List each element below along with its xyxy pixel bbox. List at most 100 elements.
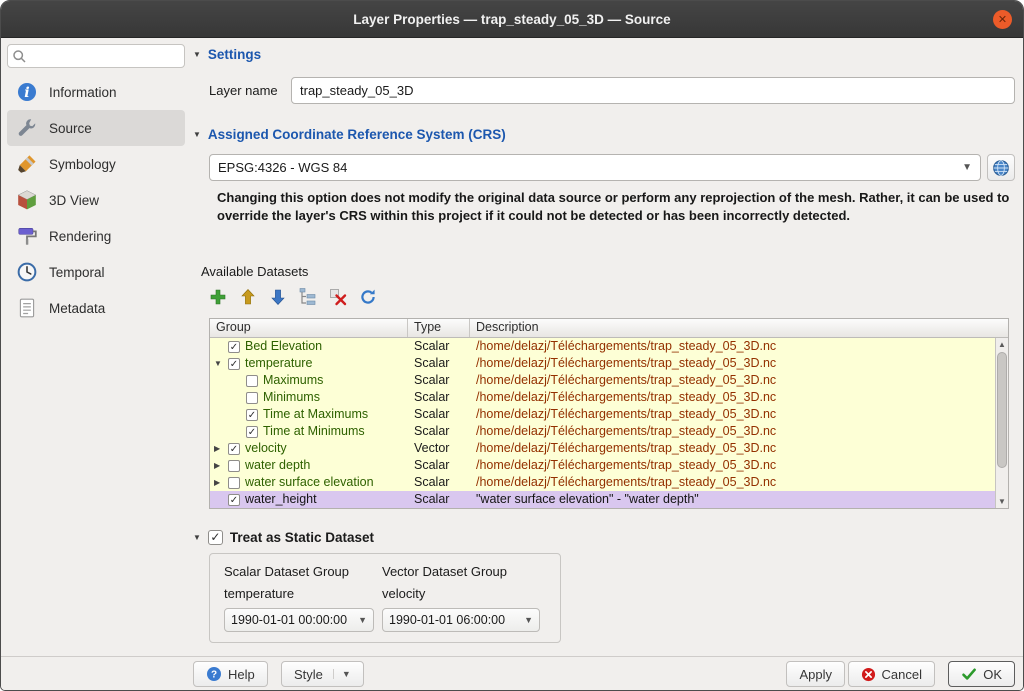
dataset-checkbox[interactable]: ✓: [228, 494, 240, 506]
dataset-row[interactable]: ✓Time at MaximumsScalar/home/delazj/Télé…: [210, 406, 995, 423]
remove-dataset-button[interactable]: [327, 286, 349, 308]
dataset-checkbox[interactable]: [228, 460, 240, 472]
dataset-checkbox[interactable]: ✓: [228, 443, 240, 455]
column-header-group[interactable]: Group: [210, 319, 408, 337]
static-dataset-checkbox[interactable]: ✓: [208, 530, 223, 545]
dataset-description: /home/delazj/Téléchargements/trap_steady…: [470, 474, 995, 491]
help-button[interactable]: ? Help: [193, 661, 268, 687]
help-icon: ?: [206, 666, 222, 682]
dataset-type: Scalar: [408, 355, 470, 372]
sidebar-item-rendering[interactable]: Rendering: [7, 218, 185, 254]
scrollbar-thumb[interactable]: [997, 352, 1007, 468]
expand-branch-icon[interactable]: ▶: [214, 474, 227, 491]
refresh-icon: [358, 287, 378, 307]
layer-name-input[interactable]: [291, 77, 1015, 104]
dataset-tree-body: ✓ Bed Elevation Scalar/home/delazj/Télécha…: [210, 338, 995, 508]
dataset-group-name: Bed Elevation: [245, 338, 322, 355]
crs-note-text: Changing this option does not modify the…: [217, 189, 1015, 226]
cancel-button[interactable]: Cancel: [848, 661, 935, 687]
vertical-scrollbar[interactable]: ▲ ▼: [995, 338, 1008, 508]
crs-select[interactable]: EPSG:4326 - WGS 84 ▼: [209, 154, 981, 181]
search-icon: [12, 49, 27, 64]
column-header-type[interactable]: Type: [408, 319, 470, 337]
style-button[interactable]: Style ▼: [281, 661, 364, 687]
collapse-arrow-icon[interactable]: ▼: [193, 130, 201, 139]
collapse-arrow-icon[interactable]: ▼: [193, 50, 201, 59]
dataset-type: Scalar: [408, 491, 470, 508]
tree-icon: [298, 287, 318, 307]
dataset-row[interactable]: ✓Bed ElevationScalar/home/delazj/Télécha…: [210, 338, 995, 355]
expand-branch-icon[interactable]: ▶: [214, 440, 227, 457]
sidebar-item-source[interactable]: Source: [7, 110, 185, 146]
available-datasets-title: Available Datasets: [201, 264, 308, 279]
collapse-branch-icon[interactable]: ▼: [214, 355, 227, 372]
expand-tree-button[interactable]: [297, 286, 319, 308]
refresh-button[interactable]: [357, 286, 379, 308]
dataset-checkbox[interactable]: [228, 477, 240, 489]
up-arrow-button[interactable]: [237, 286, 259, 308]
dataset-description: /home/delazj/Téléchargements/trap_steady…: [470, 406, 995, 423]
sidebar-item-information[interactable]: i Information: [7, 74, 185, 110]
sidebar-item-metadata[interactable]: Metadata: [7, 290, 185, 326]
crs-group-header[interactable]: ▼ Assigned Coordinate Reference System (…: [193, 127, 506, 142]
dataset-row[interactable]: MinimumsScalar/home/delazj/Téléchargemen…: [210, 389, 995, 406]
sidebar-item-label: Information: [49, 85, 117, 100]
column-header-description[interactable]: Description: [470, 319, 1008, 337]
titlebar[interactable]: Layer Properties — trap_steady_05_3D — S…: [1, 1, 1023, 38]
svg-text:?: ?: [211, 670, 217, 681]
window-title: Layer Properties — trap_steady_05_3D — S…: [353, 12, 670, 27]
chevron-down-icon: ▼: [333, 669, 351, 679]
search-input[interactable]: [30, 46, 180, 66]
cancel-label: Cancel: [882, 667, 922, 682]
dataset-checkbox[interactable]: ✓: [228, 341, 240, 353]
dataset-description: /home/delazj/Téléchargements/trap_steady…: [470, 389, 995, 406]
dataset-row[interactable]: ▶water depthScalar/home/delazj/Télécharg…: [210, 457, 995, 474]
scroll-down-icon[interactable]: ▼: [996, 495, 1008, 508]
dataset-checkbox[interactable]: [246, 392, 258, 404]
dataset-row[interactable]: MaximumsScalar/home/delazj/Téléchargemen…: [210, 372, 995, 389]
dataset-table-header: Group Type Description: [210, 319, 1008, 338]
sidebar-item-symbology[interactable]: Symbology: [7, 146, 185, 182]
vector-time-select[interactable]: 1990-01-01 06:00:00 ▼: [382, 608, 540, 632]
dataset-row[interactable]: ✓water_heightScalar"water surface elevat…: [210, 491, 995, 508]
close-icon[interactable]: ✕: [993, 10, 1012, 29]
static-dataset-title: Treat as Static Dataset: [230, 530, 374, 545]
settings-header-label: Settings: [208, 47, 261, 62]
crs-selected-value: EPSG:4326 - WGS 84: [218, 160, 956, 175]
static-dataset-group-header[interactable]: ▼ ✓ Treat as Static Dataset: [193, 530, 374, 545]
sidebar-item-label: Metadata: [49, 301, 105, 316]
sidebar-item-label: Source: [49, 121, 92, 136]
dataset-group-name: velocity: [245, 440, 287, 457]
settings-group-header[interactable]: ▼ Settings: [193, 47, 261, 62]
cube-icon: [15, 189, 39, 211]
dataset-checkbox[interactable]: ✓: [228, 358, 240, 370]
sidebar-search[interactable]: [7, 44, 185, 68]
dataset-checkbox[interactable]: ✓: [246, 426, 258, 438]
main-panel: ▼ Settings Layer name ▼ Assigned Coordin…: [191, 41, 1015, 656]
dataset-row[interactable]: ▶✓velocityVector/home/delazj/Téléchargem…: [210, 440, 995, 457]
ok-button[interactable]: OK: [948, 661, 1015, 687]
dialog-footer: ? Help Style ▼ Apply Cancel OK: [1, 656, 1023, 690]
dataset-row[interactable]: ▶water surface elevationScalar/home/dela…: [210, 474, 995, 491]
down-arrow-icon: [268, 287, 288, 307]
add-dataset-button[interactable]: [207, 286, 229, 308]
scalar-time-select[interactable]: 1990-01-01 00:00:00 ▼: [224, 608, 374, 632]
chevron-down-icon: ▼: [358, 615, 367, 625]
dataset-row[interactable]: ▼✓temperatureScalar/home/delazj/Téléchar…: [210, 355, 995, 372]
collapse-arrow-icon[interactable]: ▼: [193, 533, 201, 542]
dataset-description: /home/delazj/Téléchargements/trap_steady…: [470, 355, 995, 372]
dataset-checkbox[interactable]: ✓: [246, 409, 258, 421]
expand-branch-icon[interactable]: ▶: [214, 457, 227, 474]
select-crs-button[interactable]: [987, 154, 1015, 181]
clock-icon: [15, 261, 39, 283]
scroll-up-icon[interactable]: ▲: [996, 338, 1008, 351]
sidebar-item-3d-view[interactable]: 3D View: [7, 182, 185, 218]
dataset-group-name: water depth: [245, 457, 310, 474]
down-arrow-button[interactable]: [267, 286, 289, 308]
apply-button[interactable]: Apply: [786, 661, 845, 687]
sidebar-item-temporal[interactable]: Temporal: [7, 254, 185, 290]
dataset-row[interactable]: ✓Time at MinimumsScalar/home/delazj/Télé…: [210, 423, 995, 440]
vector-time-value: 1990-01-01 06:00:00: [389, 613, 520, 627]
dataset-checkbox[interactable]: [246, 375, 258, 387]
dataset-table: Group Type Description ✓ Bed Elevation Sca…: [209, 318, 1009, 509]
